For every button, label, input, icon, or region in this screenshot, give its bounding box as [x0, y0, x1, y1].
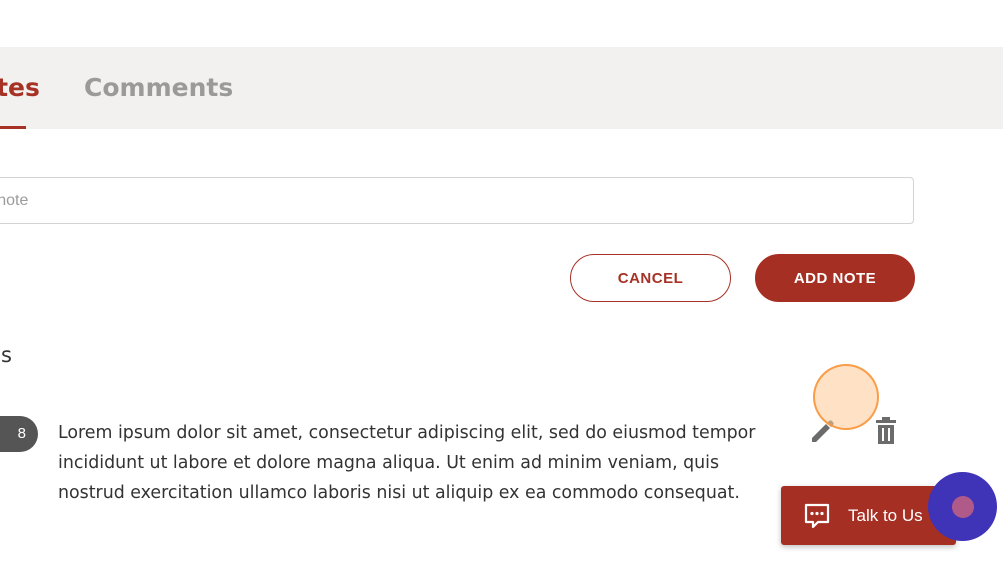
tab-comments[interactable]: Comments [84, 47, 233, 129]
add-note-button-label: ADD NOTE [793, 269, 877, 287]
edit-icon[interactable] [809, 416, 837, 446]
delete-icon[interactable] [874, 416, 898, 446]
tab-notes[interactable]: Notes [0, 47, 40, 129]
add-note-button[interactable]: ADD NOTE [755, 254, 915, 302]
assistant-dot-icon [952, 496, 974, 518]
talk-to-us-label: Talk to Us [848, 506, 923, 525]
cancel-button[interactable]: CANCEL [570, 254, 731, 302]
active-tab-indicator [0, 126, 26, 129]
tab-comments-label: Comments [84, 73, 234, 102]
tab-bar: Notes Comments [0, 47, 1003, 129]
cancel-button-label: CANCEL [617, 269, 684, 287]
note-input[interactable] [0, 177, 914, 224]
note-author-badge: 8 [0, 416, 38, 452]
notes-page: Notes Comments CANCEL ADD NOTE Notes 8 L… [0, 0, 1003, 564]
tab-notes-label: Notes [0, 73, 40, 102]
notes-section-heading: Notes [0, 343, 12, 367]
note-text: Lorem ipsum dolor sit amet, consectetur … [58, 423, 756, 503]
chat-message-icon [803, 502, 831, 530]
assistant-launcher-button[interactable] [928, 472, 997, 541]
